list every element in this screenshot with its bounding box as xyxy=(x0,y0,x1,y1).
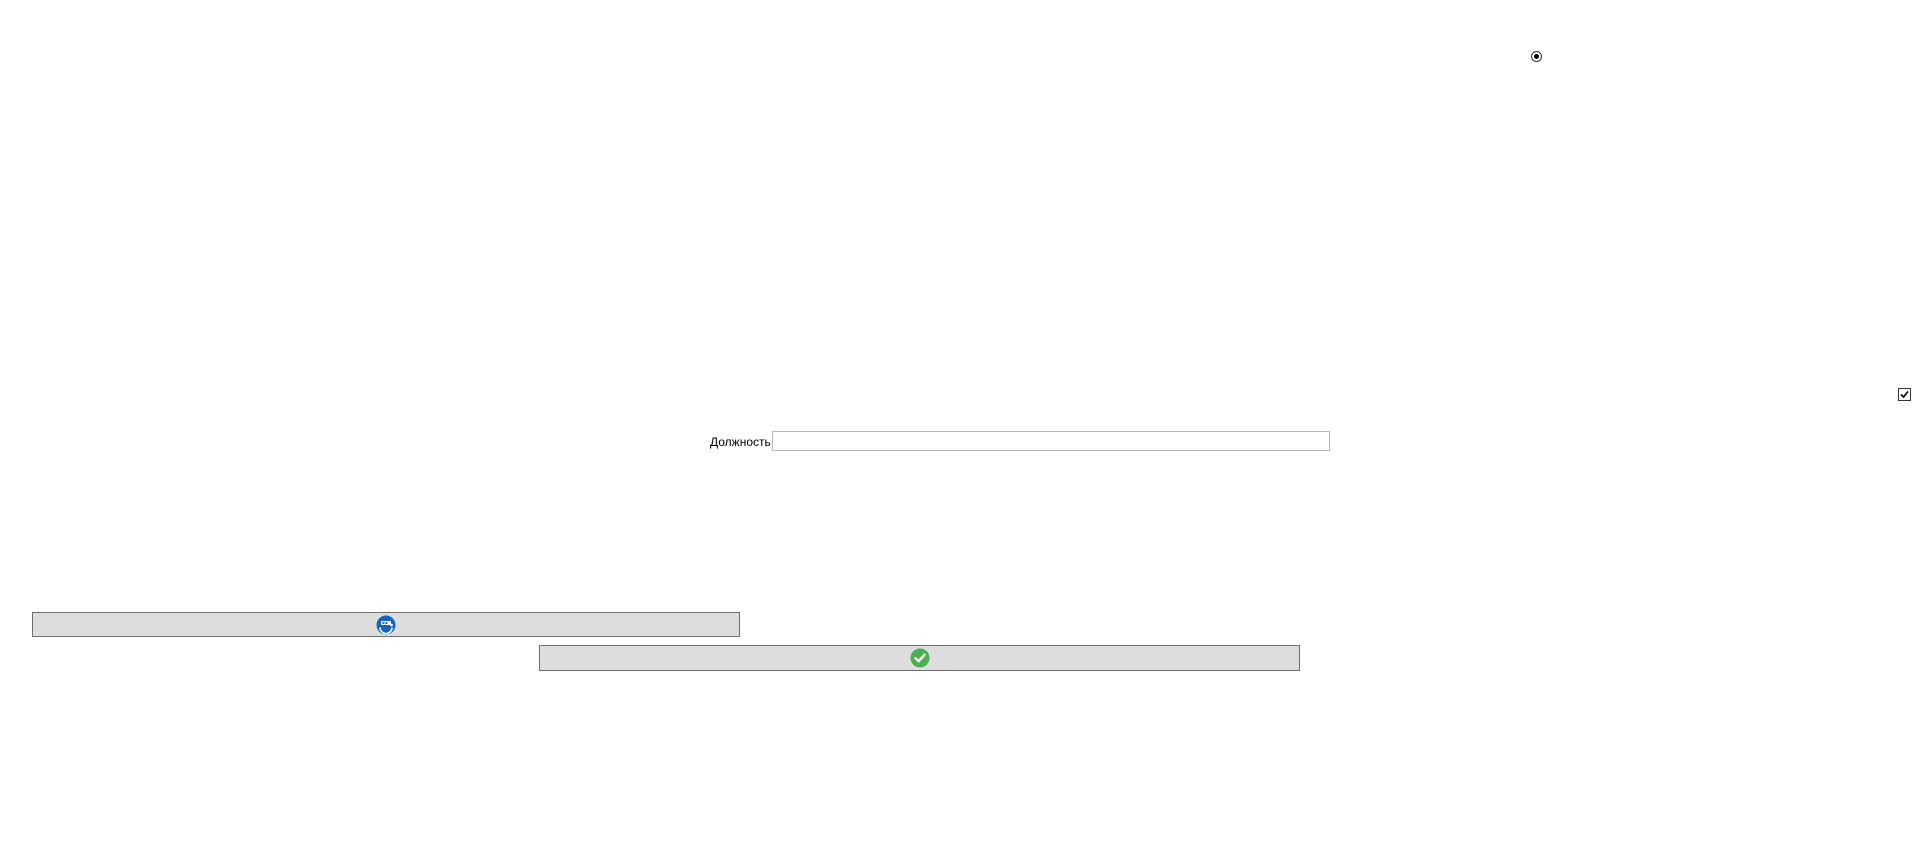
confirm-button[interactable] xyxy=(539,645,1300,671)
person-blue-circle-icon xyxy=(376,615,396,634)
position-input[interactable] xyxy=(772,431,1330,451)
position-label: Должность xyxy=(710,435,771,449)
checkmark-icon xyxy=(1900,390,1909,399)
add-person-button[interactable] xyxy=(32,612,740,637)
radio-selected-dot xyxy=(1534,54,1539,59)
checkbox[interactable] xyxy=(1898,388,1911,401)
radio-button[interactable] xyxy=(1531,51,1542,62)
green-checkmark-circle-icon xyxy=(910,648,929,668)
